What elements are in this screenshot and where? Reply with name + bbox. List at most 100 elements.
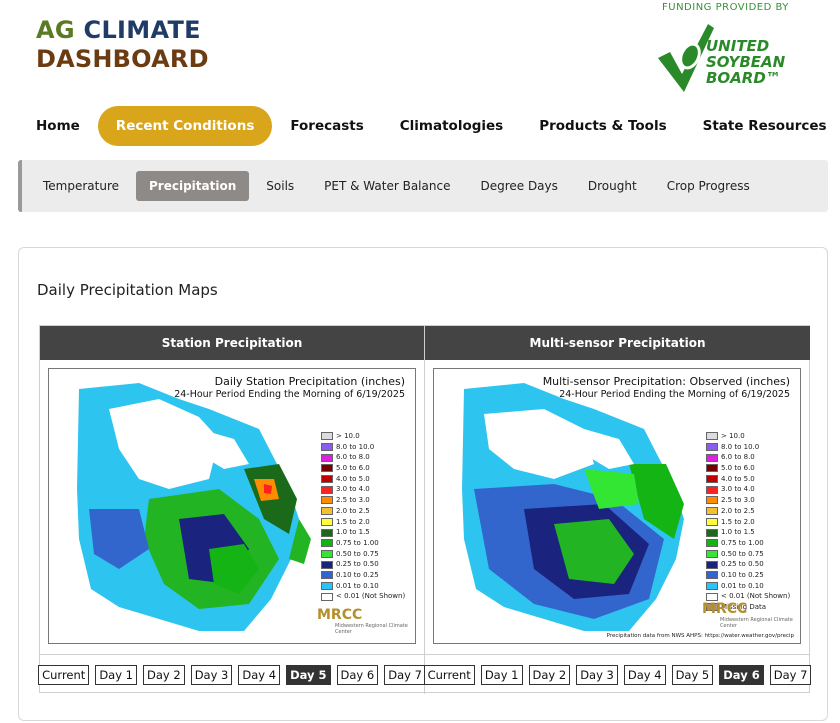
legend-swatch: [321, 528, 333, 537]
legend-entry: 2.5 to 3.0: [706, 495, 790, 506]
legend-label: > 10.0: [336, 432, 360, 440]
legend-entry: 1.5 to 2.0: [706, 517, 790, 528]
subnav-soils[interactable]: Soils: [253, 171, 307, 201]
legend-label: 8.0 to 10.0: [336, 442, 375, 451]
legend-label: 4.0 to 5.0: [336, 474, 370, 483]
station-day-6[interactable]: Day 6: [336, 664, 379, 685]
legend-label: < 0.01 (Not Shown): [336, 592, 406, 601]
legend-entry: 5.0 to 6.0: [321, 463, 405, 474]
legend-entry: 0.50 to 0.75: [321, 549, 405, 560]
subnav-crop-progress[interactable]: Crop Progress: [654, 171, 763, 201]
station-precip-map[interactable]: Daily Station Precipitation (inches) 24-…: [48, 368, 416, 644]
legend-label: 3.0 to 4.0: [336, 485, 370, 494]
legend-label: > 10.0: [721, 432, 745, 440]
station-column: Station Precipitation Daily Station Prec…: [38, 326, 426, 694]
multisensor-header: Multi-sensor Precipitation: [425, 326, 810, 360]
legend-swatch: [321, 581, 333, 590]
nav-climatologies[interactable]: Climatologies: [382, 106, 521, 146]
site-header: AG CLIMATE DASHBOARD FUNDING PROVIDED BY…: [0, 0, 840, 100]
station-legend: > 10.0 8.0 to 10.0 6.0 to 8.0 5.0 to 6.0 4.0…: [321, 431, 405, 602]
legend-swatch: [706, 496, 718, 505]
subnav-temperature[interactable]: Temperature: [30, 171, 132, 201]
station-day-5[interactable]: Day 5: [286, 664, 331, 685]
legend-label: 2.5 to 3.0: [721, 496, 755, 505]
nav-forecasts[interactable]: Forecasts: [272, 106, 381, 146]
sponsor-logo[interactable]: FUNDING PROVIDED BY UNITED SOYBEAN BOARD…: [640, 2, 830, 98]
nav-state-resources[interactable]: State Resources: [685, 106, 840, 146]
legend-entry: > 10.0: [706, 431, 790, 442]
subnav-pet-water-balance[interactable]: PET & Water Balance: [311, 171, 463, 201]
legend-swatch: [706, 571, 718, 580]
subnav-degree-days[interactable]: Degree Days: [467, 171, 570, 201]
legend-entry: 3.0 to 4.0: [321, 484, 405, 495]
legend-label: 5.0 to 6.0: [336, 464, 370, 473]
legend-swatch: [321, 507, 333, 516]
sub-nav: Temperature Precipitation Soils PET & Wa…: [18, 160, 828, 212]
legend-swatch: [321, 453, 333, 462]
legend-swatch: [706, 453, 718, 462]
subnav-precipitation[interactable]: Precipitation: [136, 171, 250, 201]
multi-day-4[interactable]: Day 4: [623, 664, 666, 685]
multi-day-current[interactable]: Current: [423, 664, 475, 685]
station-day-2[interactable]: Day 2: [143, 664, 185, 685]
legend-label: 1.0 to 1.5: [721, 528, 755, 537]
legend-entry: 0.01 to 0.10: [706, 581, 790, 592]
legend-label: 0.25 to 0.50: [721, 560, 764, 569]
legend-label: 0.75 to 1.00: [336, 538, 379, 547]
station-day-4[interactable]: Day 4: [238, 664, 281, 685]
mrcc-logo: MRCC Midwestern Regional Climate Center: [317, 607, 408, 635]
legend-label: 4.0 to 5.0: [721, 474, 755, 483]
legend-label: 0.01 to 0.10: [336, 581, 379, 590]
legend-swatch: [321, 496, 333, 505]
legend-entry: 8.0 to 10.0: [321, 442, 405, 453]
legend-swatch: [321, 592, 333, 601]
multi-day-5[interactable]: Day 5: [671, 664, 714, 685]
legend-entry: 6.0 to 8.0: [321, 452, 405, 463]
station-day-7[interactable]: Day 7: [384, 664, 426, 685]
legend-entry: 0.25 to 0.50: [706, 559, 790, 570]
station-day-current[interactable]: Current: [38, 664, 90, 685]
legend-entry: 0.25 to 0.50: [321, 559, 405, 570]
station-header: Station Precipitation: [40, 326, 424, 360]
legend-label: 2.5 to 3.0: [336, 496, 370, 505]
legend-entry: 0.10 to 0.25: [706, 570, 790, 581]
multi-day-7[interactable]: Day 7: [769, 664, 812, 685]
station-day-1[interactable]: Day 1: [95, 664, 137, 685]
legend-swatch: [321, 571, 333, 580]
legend-entry: 0.10 to 0.25: [321, 570, 405, 581]
legend-swatch: [706, 592, 718, 601]
multi-day-6[interactable]: Day 6: [719, 664, 764, 685]
legend-swatch: [321, 432, 333, 441]
site-logo[interactable]: AG CLIMATE DASHBOARD: [36, 16, 209, 74]
station-day-3[interactable]: Day 3: [190, 664, 233, 685]
multisensor-precip-map[interactable]: Multi-sensor Precipitation: Observed (in…: [433, 368, 801, 644]
legend-swatch: [706, 485, 718, 494]
legend-label: 0.50 to 0.75: [336, 549, 379, 558]
legend-entry: 1.5 to 2.0: [321, 517, 405, 528]
legend-entry: 4.0 to 5.0: [706, 474, 790, 485]
multi-day-1[interactable]: Day 1: [480, 664, 523, 685]
legend-swatch: [706, 528, 718, 537]
nav-recent-conditions[interactable]: Recent Conditions: [97, 106, 273, 146]
legend-swatch: [706, 549, 718, 558]
legend-label: 5.0 to 6.0: [721, 464, 755, 473]
legend-swatch: [321, 443, 333, 452]
nav-home[interactable]: Home: [18, 106, 98, 146]
legend-entry: 0.75 to 1.00: [706, 538, 790, 549]
legend-entry: 0.50 to 0.75: [706, 549, 790, 560]
nav-products-tools[interactable]: Products & Tools: [521, 106, 684, 146]
legend-swatch: [706, 464, 718, 473]
multi-day-2[interactable]: Day 2: [528, 664, 571, 685]
legend-entry: 3.0 to 4.0: [706, 484, 790, 495]
multi-day-3[interactable]: Day 3: [576, 664, 618, 685]
subnav-drought[interactable]: Drought: [575, 171, 650, 201]
legend-swatch: [706, 581, 718, 590]
funding-label: FUNDING PROVIDED BY: [662, 2, 789, 13]
legend-entry: 2.0 to 2.5: [706, 506, 790, 517]
legend-entry: 8.0 to 10.0: [706, 442, 790, 453]
legend-label: 3.0 to 4.0: [721, 485, 755, 494]
legend-entry: 1.0 to 1.5: [321, 527, 405, 538]
multisensor-legend: > 10.0 8.0 to 10.0 6.0 to 8.0 5.0 to 6.0 4.0…: [706, 431, 790, 613]
legend-label: 0.10 to 0.25: [336, 570, 379, 579]
legend-entry: 0.75 to 1.00: [321, 538, 405, 549]
